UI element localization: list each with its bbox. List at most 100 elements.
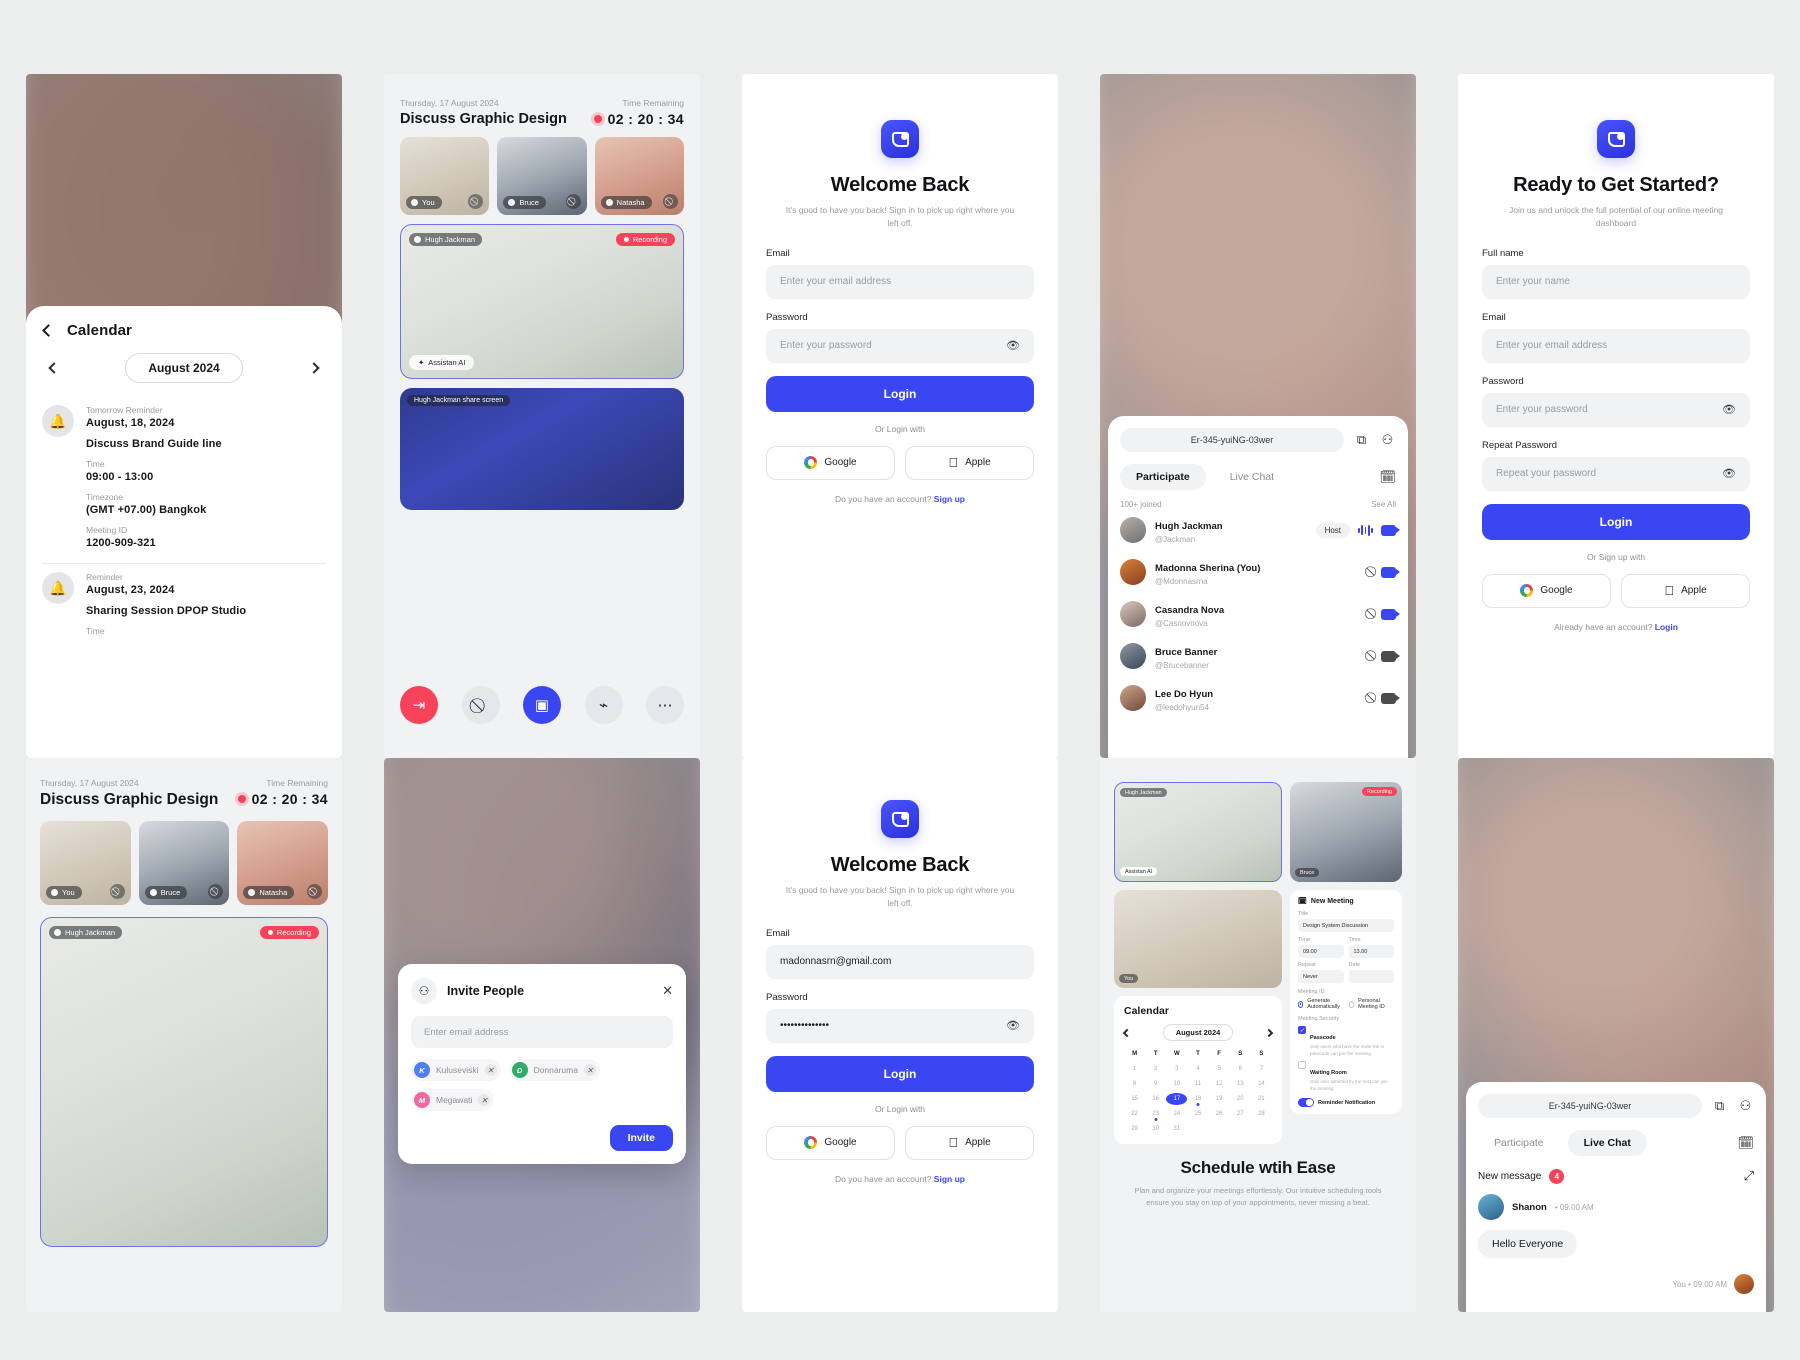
login-button[interactable]: Login	[766, 375, 1034, 412]
invite-button[interactable]: Invite	[609, 1125, 673, 1151]
ai-assistant-badge[interactable]: ✦ Assistan AI	[409, 355, 475, 370]
participant-row[interactable]: Hugh Jackman @Jackman Host	[1120, 509, 1400, 551]
apple-login-button[interactable]: Apple	[905, 445, 1034, 480]
see-all-link[interactable]: See All	[1371, 500, 1396, 509]
participant-row[interactable]: Bruce Banner @Brucebanner ⃠	[1120, 635, 1400, 677]
calendar-event[interactable]: 🔔 Reminder August, 23, 2024 Sharing Sess…	[42, 564, 326, 650]
meeting-id[interactable]: Er-345-yuiNG-03wer	[1478, 1094, 1702, 1118]
prev-month-icon[interactable]	[48, 362, 60, 374]
next-month-icon[interactable]	[1264, 1028, 1274, 1037]
cast-button[interactable]: ⌁	[584, 686, 623, 724]
tab-live-chat[interactable]: Live Chat	[1214, 464, 1290, 490]
password-input[interactable]: •••••••••••••• 👁	[766, 1008, 1034, 1043]
add-person-icon[interactable]: ⚇	[1379, 432, 1396, 449]
close-icon[interactable]: ✕	[662, 983, 673, 999]
dashboard-video-tile[interactable]: Hugh Jackman Assistan AI	[1114, 782, 1282, 882]
mic-active-icon[interactable]	[1358, 524, 1373, 536]
tab-participate[interactable]: Participate	[1478, 1130, 1560, 1156]
eye-off-icon[interactable]: 👁	[1722, 403, 1736, 416]
eye-off-icon[interactable]: 👁	[1006, 1019, 1020, 1032]
participant-tile[interactable]: Natasha ⃠	[594, 137, 684, 215]
active-speaker-tile[interactable]: Hugh Jackman Recording	[40, 917, 328, 1247]
password-input[interactable]: Enter your password 👁	[766, 328, 1034, 363]
mic-off-icon[interactable]: ⃠	[468, 194, 484, 209]
time-from-input[interactable]: 09.00	[1298, 945, 1344, 958]
dashboard-video-tile[interactable]: You	[1114, 890, 1282, 988]
title-input[interactable]: Design System Discussion	[1298, 919, 1394, 932]
next-month-icon[interactable]	[308, 362, 320, 374]
repeat-password-input[interactable]: Repeat your password 👁	[1482, 456, 1750, 491]
email-input[interactable]: Enter your email address	[1482, 328, 1750, 363]
mini-calendar-grid[interactable]: MTWTFSS 1234567 8 9 10 11 12 13 14 15 16 17 18 19 2…	[1124, 1048, 1272, 1135]
remove-chip-icon[interactable]: ✕	[478, 1094, 491, 1106]
google-login-button[interactable]: Google	[766, 1125, 895, 1160]
repeat-select[interactable]: Never	[1298, 970, 1344, 983]
invite-email-input[interactable]: Enter email address	[411, 1016, 673, 1048]
login-button[interactable]: Login	[1482, 503, 1750, 540]
eye-off-icon[interactable]: 👁	[1006, 339, 1020, 352]
dashboard-video-tile[interactable]: Recording Bruce	[1290, 782, 1402, 882]
time-to-input[interactable]: 13.00	[1348, 945, 1394, 958]
current-month[interactable]: August 2024	[125, 353, 243, 383]
generate-auto-radio[interactable]: Generate Automatically	[1298, 998, 1344, 1010]
participant-tile[interactable]: Natasha ⃠	[237, 821, 329, 905]
mic-off-icon[interactable]: ⃠	[565, 194, 581, 209]
email-input[interactable]: Enter your email address	[766, 264, 1034, 299]
leave-call-button[interactable]: ⇥	[400, 686, 438, 724]
expand-icon[interactable]: ⤢	[1744, 1168, 1754, 1184]
active-speaker-tile[interactable]: Hugh Jackman Recording ✦ Assistan AI	[400, 224, 684, 379]
meeting-id[interactable]: Er-345-yuiNG-03wer	[1120, 428, 1344, 452]
camera-toggle-button[interactable]: ▣	[523, 686, 561, 724]
calendar-icon[interactable]: 🗓	[1379, 469, 1396, 485]
participant-tile[interactable]: Bruce ⃠	[138, 821, 230, 905]
participant-row[interactable]: Madonna Sherina (You) @Mdonnasrna ⃠	[1120, 551, 1400, 593]
participant-row[interactable]: Casandra Nova @Casnovnova ⃠	[1120, 593, 1400, 635]
prev-month-icon[interactable]	[1122, 1028, 1132, 1037]
date-input[interactable]	[1348, 970, 1394, 983]
camera-on-icon[interactable]	[1381, 608, 1400, 620]
more-options-button[interactable]: ⋯	[646, 686, 684, 724]
apple-signup-button[interactable]: Apple	[1621, 573, 1750, 608]
remove-chip-icon[interactable]: ✕	[583, 1064, 596, 1076]
camera-on-icon[interactable]	[1381, 566, 1400, 578]
reminder-toggle[interactable]: Reminder Notification	[1298, 1098, 1394, 1108]
login-link[interactable]: Login	[1655, 622, 1678, 632]
mic-toggle-button[interactable]: ⃠	[461, 686, 500, 724]
mic-off-icon[interactable]: ⃠	[109, 884, 125, 899]
back-icon[interactable]	[42, 324, 55, 337]
camera-off-icon[interactable]	[1381, 650, 1400, 662]
participant-row[interactable]: Lee Do Hyun @leedohyun54 ⃠	[1120, 677, 1400, 719]
camera-on-icon[interactable]	[1381, 524, 1400, 536]
calendar-icon[interactable]: 🗓	[1737, 1135, 1754, 1151]
tab-live-chat[interactable]: Live Chat	[1567, 1130, 1647, 1156]
add-person-icon[interactable]: ⚇	[1737, 1098, 1754, 1115]
signup-link[interactable]: Sign up	[934, 1174, 965, 1184]
login-button[interactable]: Login	[766, 1055, 1034, 1092]
google-login-button[interactable]: Google	[766, 445, 895, 480]
copy-icon[interactable]: ⧉	[1353, 432, 1370, 449]
mic-off-icon[interactable]: ⃠	[662, 194, 678, 209]
passcode-checkbox[interactable]: ✓ Passcode Only users who have the invit…	[1298, 1026, 1394, 1057]
camera-off-icon[interactable]	[1381, 692, 1400, 704]
fullname-input[interactable]: Enter your name	[1482, 264, 1750, 299]
screen-share-tile[interactable]: Hugh Jackman share screen	[400, 388, 684, 510]
apple-login-button[interactable]: Apple	[905, 1125, 1034, 1160]
waiting-room-checkbox[interactable]: Waiting Room Only user admitted by the h…	[1298, 1061, 1394, 1092]
current-month[interactable]: August 2024	[1162, 1024, 1234, 1041]
invitee-chip[interactable]: M Megawati ✕	[411, 1089, 495, 1111]
participant-tile[interactable]: You ⃠	[40, 821, 131, 905]
mic-off-icon[interactable]: ⃠	[307, 884, 323, 899]
copy-icon[interactable]: ⧉	[1711, 1098, 1728, 1115]
google-signup-button[interactable]: Google	[1482, 573, 1611, 608]
remove-chip-icon[interactable]: ✕	[484, 1064, 497, 1076]
invitee-chip[interactable]: K Kuluseviski ✕	[411, 1059, 501, 1081]
invitee-chip[interactable]: D Donnaruma ✕	[508, 1059, 600, 1081]
mic-off-icon[interactable]: ⃠	[208, 884, 224, 899]
tab-participate[interactable]: Participate	[1120, 464, 1206, 490]
password-input[interactable]: Enter your password 👁	[1482, 392, 1750, 427]
signup-link[interactable]: Sign up	[934, 494, 965, 504]
participant-tile[interactable]: Bruce ⃠	[497, 137, 587, 215]
calendar-event[interactable]: 🔔 Tomorrow Reminder August, 18, 2024 Dis…	[42, 397, 326, 564]
participant-tile[interactable]: You ⃠	[400, 137, 490, 215]
eye-off-icon[interactable]: 👁	[1722, 467, 1736, 480]
